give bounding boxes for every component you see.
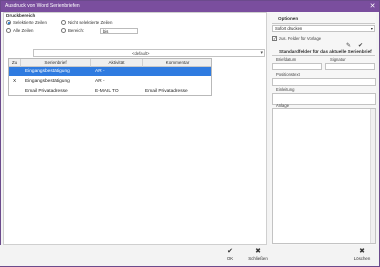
row-kommentar: Email Privatadresse (145, 89, 188, 94)
radio-bereich[interactable] (61, 28, 66, 33)
row-aktivitaet: E-MAIL TO (95, 89, 119, 94)
radio-alle-zeilen[interactable] (6, 28, 11, 33)
row-aktivitaet: AR - (95, 79, 105, 84)
optionen-title: Optionen (278, 16, 299, 21)
bis-field[interactable]: bis (100, 28, 138, 34)
standardfelder-title: Standardfelder für das aktuelle Serienbr… (279, 49, 372, 54)
radio-nicht-selektierte-zeilen[interactable] (61, 20, 66, 25)
druckbereich-title: Druckbereich (6, 13, 36, 18)
chevron-down-icon[interactable]: ▾ (371, 26, 373, 32)
signatur-field[interactable] (325, 63, 375, 70)
ok-label: OK (226, 256, 234, 261)
close-icon: ✖ (255, 248, 261, 255)
chevron-down-icon[interactable]: ▾ (260, 50, 263, 56)
check-icon: ✔ (227, 248, 233, 255)
row-kommentar (145, 77, 211, 86)
check-icon[interactable]: ✔ (358, 42, 363, 49)
serienbrief-table: Zu Serienbrief Aktivität Kommentar Einga… (8, 58, 212, 96)
print-area-panel (3, 12, 267, 245)
positionstext-label: Positionstext (276, 72, 300, 77)
col-header-kommentar[interactable]: Kommentar (143, 59, 212, 67)
pencil-icon[interactable]: ✎ (346, 42, 351, 49)
row-mark: X (13, 79, 17, 84)
row-serienbrief: Eingangsbestätigung (25, 79, 70, 84)
row-serienbrief: Email Privatadresse (25, 89, 68, 94)
briefdatum-field[interactable] (272, 63, 322, 70)
table-header: Zu Serienbrief Aktivität Kommentar (9, 59, 211, 67)
table-row[interactable]: X Eingangsbestätigung AR - (9, 77, 211, 86)
col-header-aktivitaet[interactable]: Aktivität (91, 59, 143, 67)
row-serienbrief: Eingangsbestätigung (25, 69, 70, 74)
title-bar: Ausdruck von Word Serienbriefen (1, 1, 379, 12)
bis-label: bis (103, 29, 109, 34)
anlage-list[interactable] (272, 108, 376, 244)
window-title: Ausdruck von Word Serienbriefen (5, 3, 80, 9)
table-row[interactable]: Email Privatadresse E-MAIL TO Email Priv… (9, 87, 211, 96)
radio-label-bereich: Bereich: (68, 28, 85, 33)
row-aktivitaet: AR - (95, 69, 105, 74)
loeschen-button[interactable]: ✖ Löschen (348, 248, 376, 264)
schliessen-label: Schließen (248, 256, 268, 261)
col-header-serienbrief[interactable]: Serienbrief (21, 59, 91, 67)
druck-mode-select[interactable]: Sofort drucken ▾ (272, 25, 375, 32)
template-select-value: <default> (132, 51, 150, 56)
radio-label-nicht-selektierte: Nicht selektierte Zeilen (68, 20, 113, 25)
schliessen-button[interactable]: ✖ Schließen (244, 248, 272, 264)
template-select[interactable]: <default> ▾ (33, 49, 265, 57)
row-mark (13, 67, 21, 76)
einleitung-label: Einleitung (276, 87, 295, 92)
row-mark (13, 87, 21, 96)
col-header-zu[interactable]: Zu (9, 59, 21, 67)
briefdatum-label: Briefdatum (276, 57, 297, 62)
button-bar (0, 245, 378, 266)
radio-selektierte-zeilen[interactable] (6, 20, 11, 25)
close-icon[interactable]: ✕ (368, 2, 377, 11)
zus-felder-checkbox[interactable]: ✓ (272, 36, 277, 41)
delete-icon: ✖ (359, 248, 365, 255)
signatur-label: Signatur (330, 57, 346, 62)
radio-label-selektierte: Selektierte Zeilen (13, 20, 47, 25)
loeschen-label: Löschen (353, 256, 371, 261)
scrollbar[interactable] (370, 109, 375, 243)
table-row[interactable]: Eingangsbestätigung AR - (9, 67, 211, 76)
divider (272, 55, 375, 56)
positionstext-field[interactable] (272, 78, 376, 86)
radio-label-alle: Alle Zeilen (13, 28, 34, 33)
divider (272, 23, 375, 24)
row-kommentar (145, 67, 211, 76)
druck-mode-value: Sofort drucken (275, 26, 303, 31)
ok-button[interactable]: ✔ OK (216, 248, 244, 264)
zus-felder-label: zus. Felder für Vorlage (279, 36, 322, 41)
